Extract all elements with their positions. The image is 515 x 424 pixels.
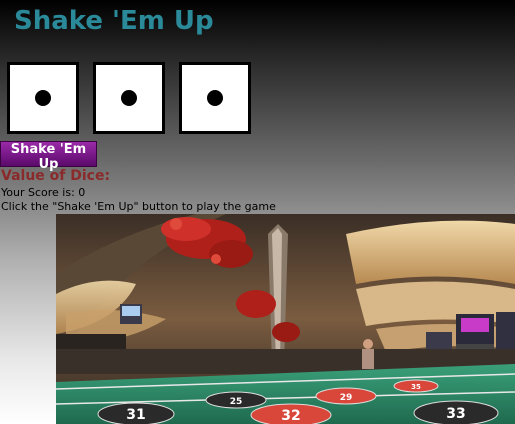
die-1: [7, 62, 79, 134]
score-text: Your Score is: 0: [1, 186, 86, 199]
casino-image: 31 32 33 25 29 35: [56, 214, 515, 424]
die-pip: [207, 90, 223, 106]
page-title: Shake 'Em Up: [14, 6, 214, 36]
die-2: [93, 62, 165, 134]
die-3: [179, 62, 251, 134]
roulette-number: 33: [446, 406, 465, 422]
casino-illustration: 31 32 33 25 29 35: [56, 214, 515, 424]
shake-button[interactable]: Shake 'Em Up: [0, 141, 97, 172]
die-pip: [121, 90, 137, 106]
roulette-number: 32: [281, 408, 300, 424]
roulette-number: 31: [126, 407, 145, 423]
die-pip: [35, 90, 51, 106]
instruction-text: Click the "Shake 'Em Up" button to play …: [1, 200, 276, 213]
roulette-number: 29: [340, 393, 353, 403]
value-of-dice-label: Value of Dice:: [1, 168, 111, 184]
roulette-number: 35: [411, 383, 421, 391]
roulette-number: 25: [230, 397, 243, 407]
